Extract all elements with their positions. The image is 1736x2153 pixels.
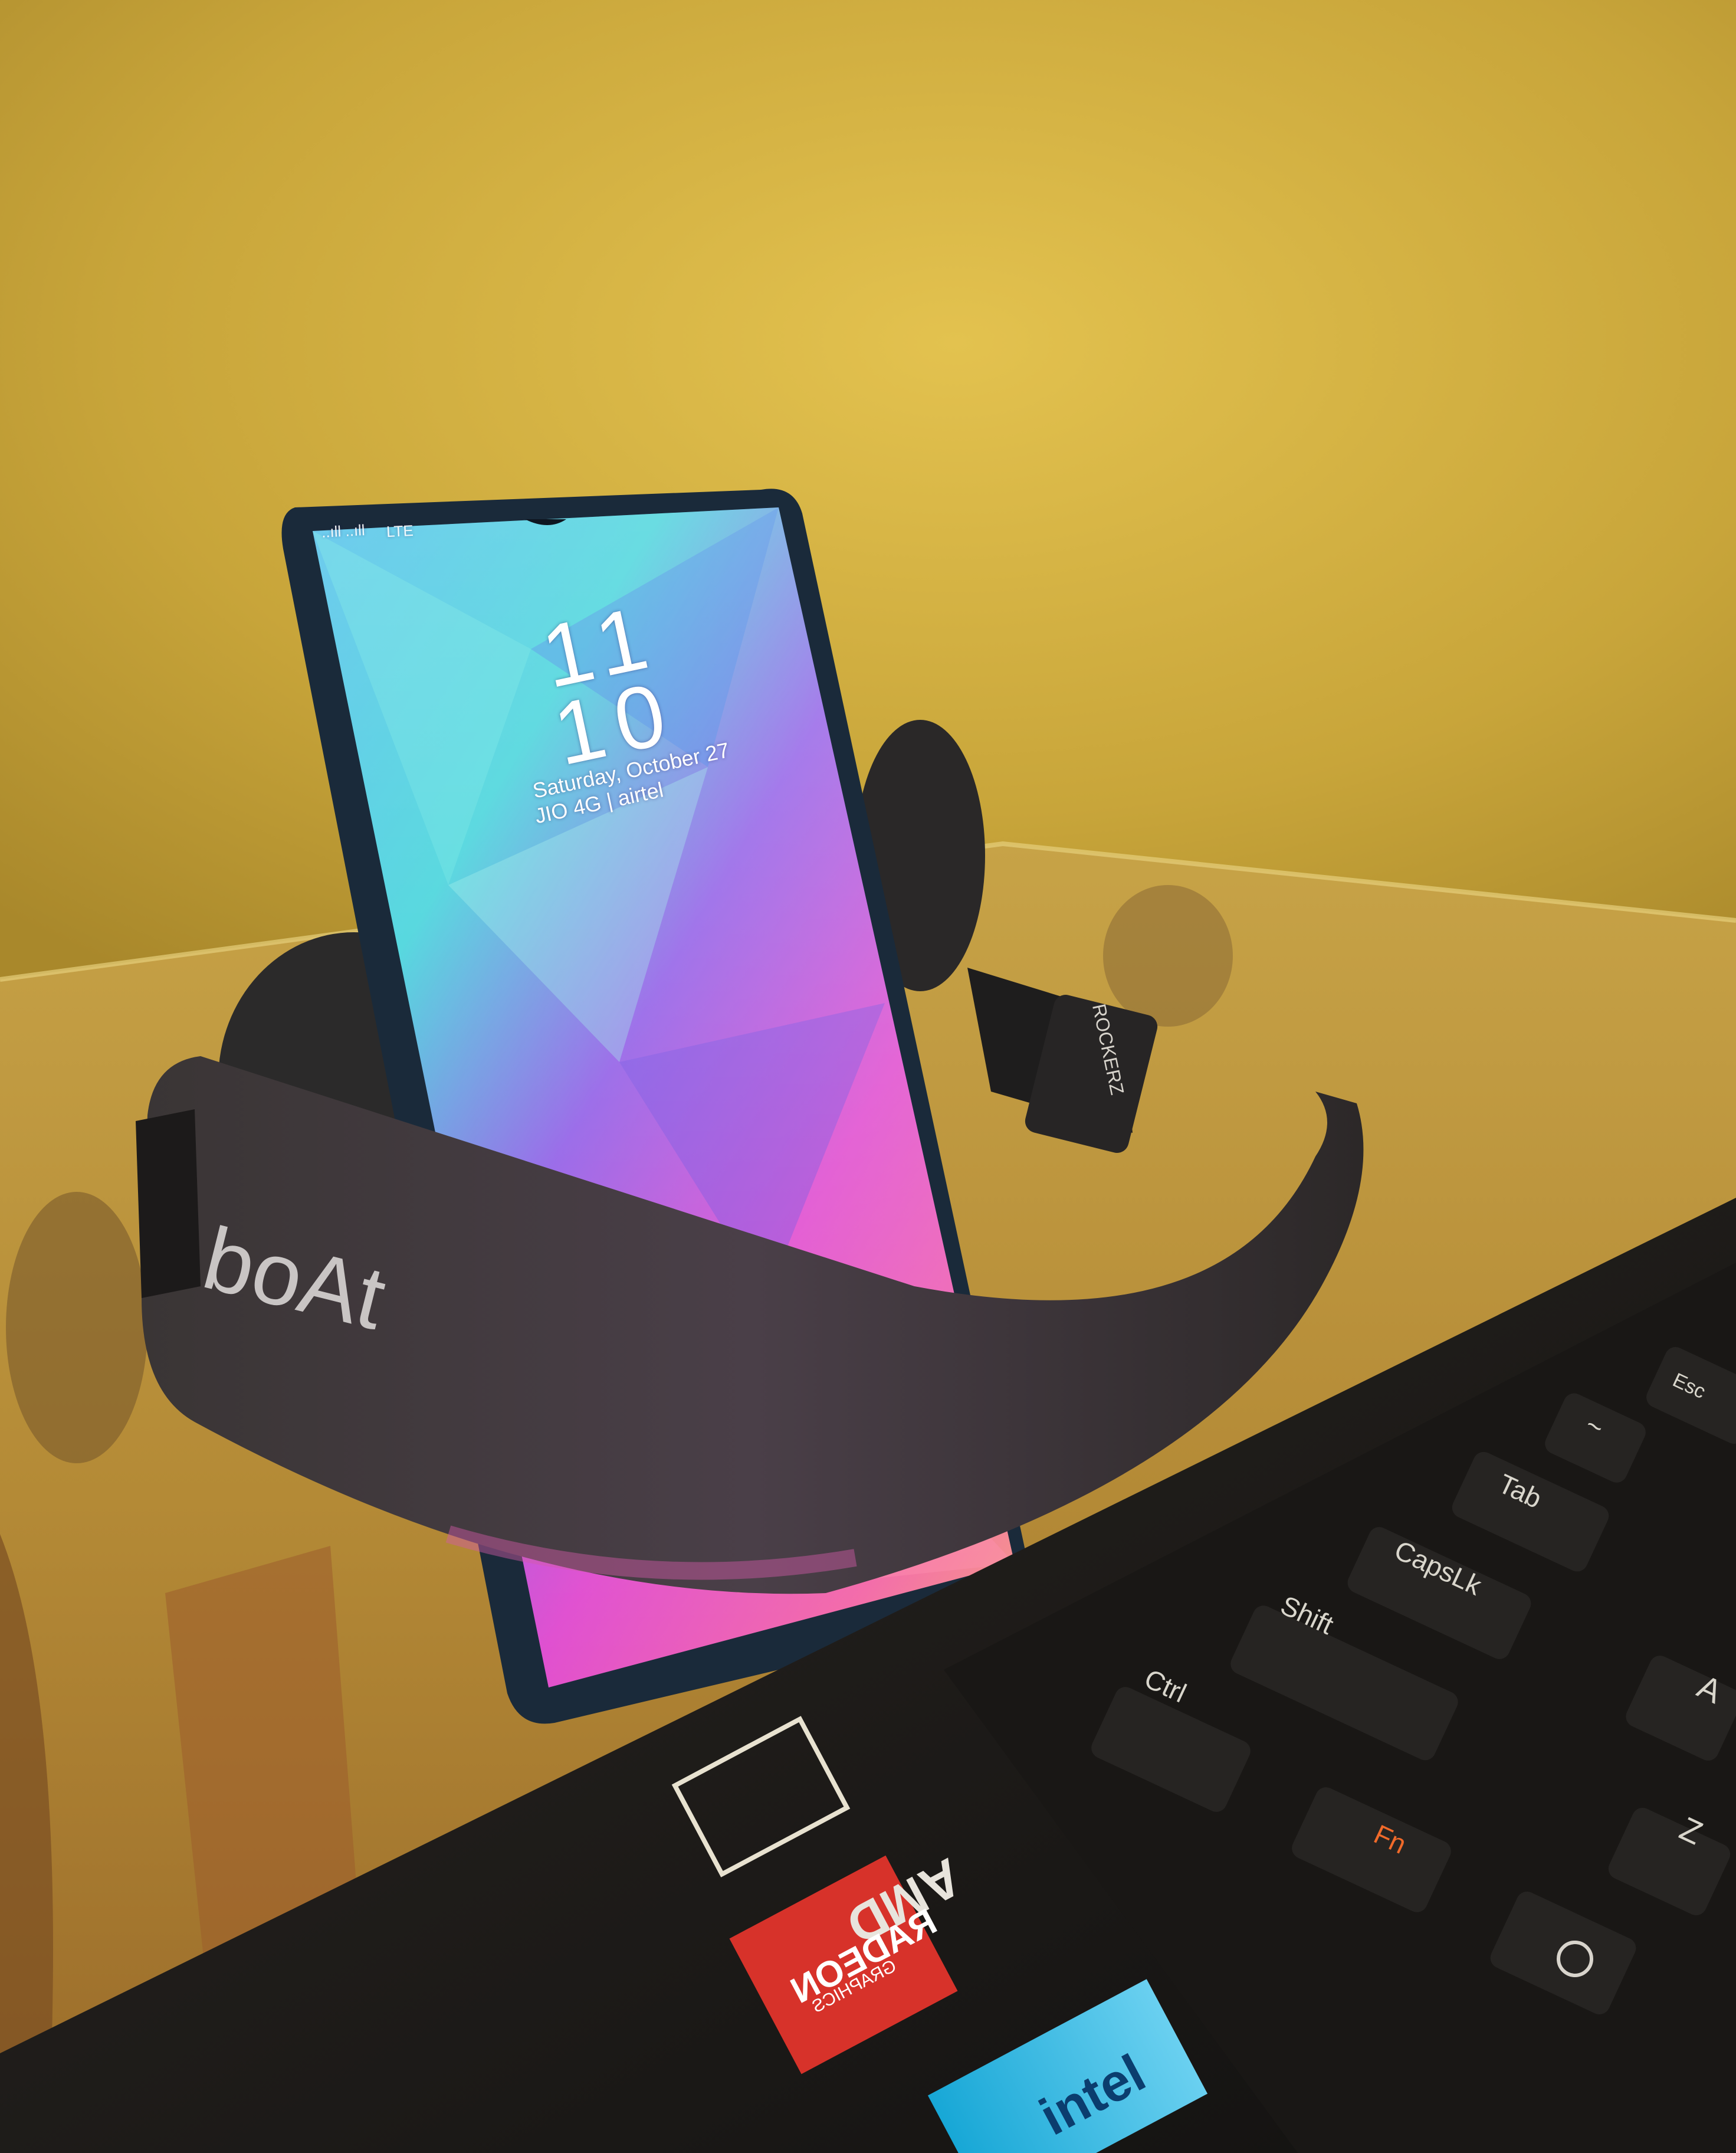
phone-status-signal: ..ıll ..ıll <box>321 521 366 541</box>
photo-scene <box>0 0 1736 2153</box>
phone-status-network: LTE <box>386 521 414 541</box>
knob-left <box>6 1192 147 1463</box>
band-clip <box>136 1109 201 1298</box>
knob-right <box>1103 885 1233 1027</box>
